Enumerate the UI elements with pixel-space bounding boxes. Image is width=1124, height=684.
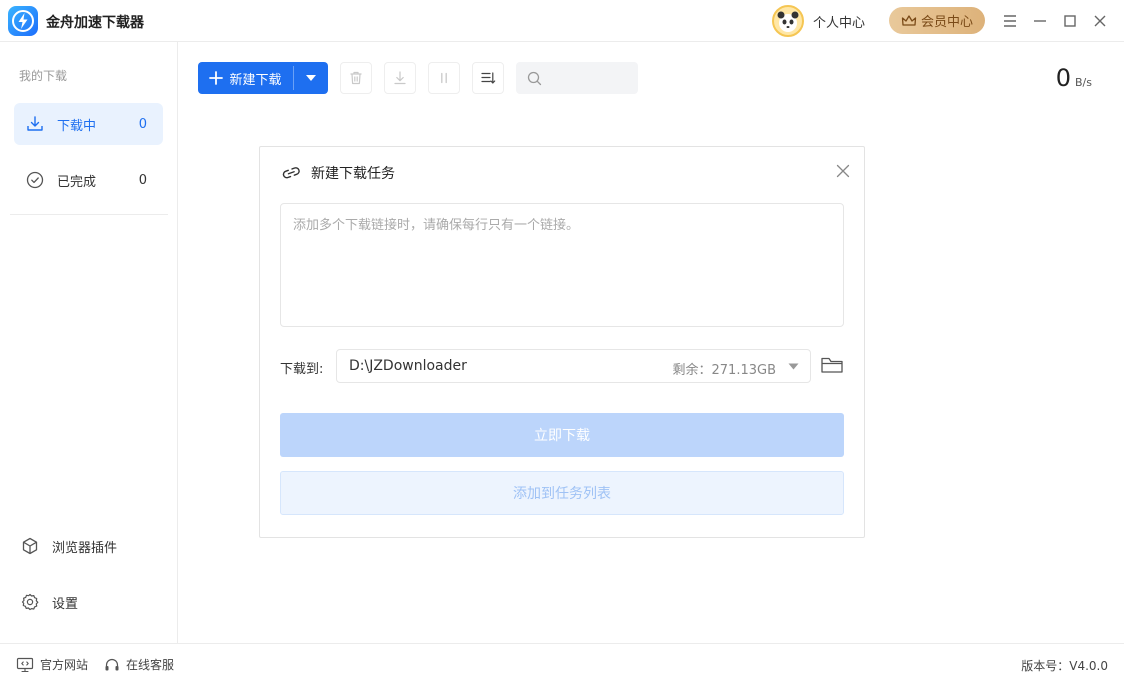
- download-icon: [27, 116, 43, 131]
- new-download-button[interactable]: 新建下载: [198, 62, 293, 94]
- plus-icon: [209, 71, 224, 85]
- cube-icon: [22, 537, 38, 555]
- sidebar-item-browser-plugin[interactable]: 浏览器插件: [20, 536, 117, 556]
- sort-button[interactable]: [472, 62, 504, 94]
- official-website-label: 官方网站: [40, 658, 89, 672]
- search-box: [516, 62, 638, 94]
- headset-icon: [105, 658, 119, 670]
- status-bar: 官方网站 在线客服 版本号：V4.0.0: [0, 643, 1124, 684]
- browse-folder-button[interactable]: [820, 355, 844, 379]
- minimize-icon[interactable]: [1030, 11, 1050, 31]
- download-links-input[interactable]: [280, 203, 844, 327]
- sidebar-divider: [10, 214, 168, 215]
- new-download-dropdown[interactable]: [294, 62, 328, 94]
- speed-unit: B/s: [1075, 76, 1092, 89]
- start-download-button[interactable]: [384, 62, 416, 94]
- free-space-label: 剩余：271.13GB: [672, 363, 776, 378]
- version-label: 版本号：V4.0.0: [1021, 659, 1108, 673]
- delete-button[interactable]: [340, 62, 372, 94]
- online-support-label: 在线客服: [126, 658, 175, 672]
- maximize-icon[interactable]: [1060, 11, 1080, 31]
- save-to-label: 下载到:: [280, 362, 324, 377]
- sidebar-heading: 我的下载: [19, 69, 68, 83]
- close-window-icon[interactable]: [1090, 11, 1110, 31]
- search-input[interactable]: [550, 68, 634, 88]
- sidebar-item-completed[interactable]: 已完成 0: [14, 159, 163, 201]
- online-support-link[interactable]: 在线客服: [104, 656, 174, 673]
- app-window: 金舟加速下载器 个人中心 会员中心 我的下载 下载中 0 已完成 0 浏览器插件…: [0, 0, 1124, 684]
- link-icon: [282, 167, 300, 179]
- sidebar-item-count: 0: [138, 116, 147, 132]
- app-logo-icon: [8, 6, 38, 36]
- user-avatar[interactable]: [772, 5, 804, 37]
- sidebar-item-downloading[interactable]: 下载中 0: [14, 103, 163, 145]
- dialog-close-button[interactable]: [836, 163, 850, 182]
- speed-value: 0: [1055, 64, 1072, 92]
- save-path-select[interactable]: D:\JZDownloader 剩余：271.13GB: [336, 349, 811, 383]
- dialog-title: 新建下载任务: [311, 166, 395, 182]
- search-icon: [527, 71, 542, 86]
- caret-down-icon: [306, 75, 316, 81]
- sort-icon: [481, 72, 496, 84]
- trash-icon: [350, 71, 362, 85]
- vip-center-label: 会员中心: [920, 15, 973, 30]
- official-website-link[interactable]: 官方网站: [16, 656, 88, 673]
- app-title: 金舟加速下载器: [46, 15, 144, 31]
- save-path-value: D:\JZDownloader: [349, 358, 467, 374]
- download-arrow-icon: [394, 71, 406, 85]
- menu-icon[interactable]: [1000, 11, 1020, 31]
- sidebar-item-settings[interactable]: 设置: [20, 592, 78, 612]
- monitor-icon: [16, 657, 34, 672]
- sidebar-item-count: 0: [138, 172, 147, 188]
- pause-button[interactable]: [428, 62, 460, 94]
- gear-icon: [21, 593, 39, 611]
- download-speed: 0 B/s: [1056, 64, 1092, 92]
- new-download-label: 新建下载: [229, 72, 282, 88]
- new-download-button-group: 新建下载: [198, 62, 328, 94]
- sidebar-item-label: 已完成: [57, 174, 97, 190]
- crown-icon: [901, 14, 917, 26]
- profile-center-link[interactable]: 个人中心: [813, 12, 865, 31]
- sidebar-item-label: 设置: [52, 596, 79, 612]
- pause-icon: [441, 72, 447, 84]
- sidebar-item-label: 下载中: [57, 118, 97, 134]
- download-now-button[interactable]: 立即下载: [280, 413, 844, 457]
- add-to-task-list-button[interactable]: 添加到任务列表: [280, 471, 844, 515]
- sidebar: 我的下载 下载中 0 已完成 0 浏览器插件 设置: [0, 42, 178, 643]
- new-download-dialog: 新建下载任务 下载到: D:\JZDownloader 剩余：271.13GB …: [259, 146, 865, 538]
- folder-icon: [821, 357, 843, 373]
- caret-down-icon: [788, 363, 799, 370]
- title-bar: 金舟加速下载器 个人中心 会员中心: [0, 0, 1124, 42]
- vip-center-button[interactable]: 会员中心: [889, 7, 985, 34]
- close-icon: [836, 164, 850, 178]
- sidebar-item-label: 浏览器插件: [52, 540, 118, 556]
- check-circle-icon: [26, 171, 44, 189]
